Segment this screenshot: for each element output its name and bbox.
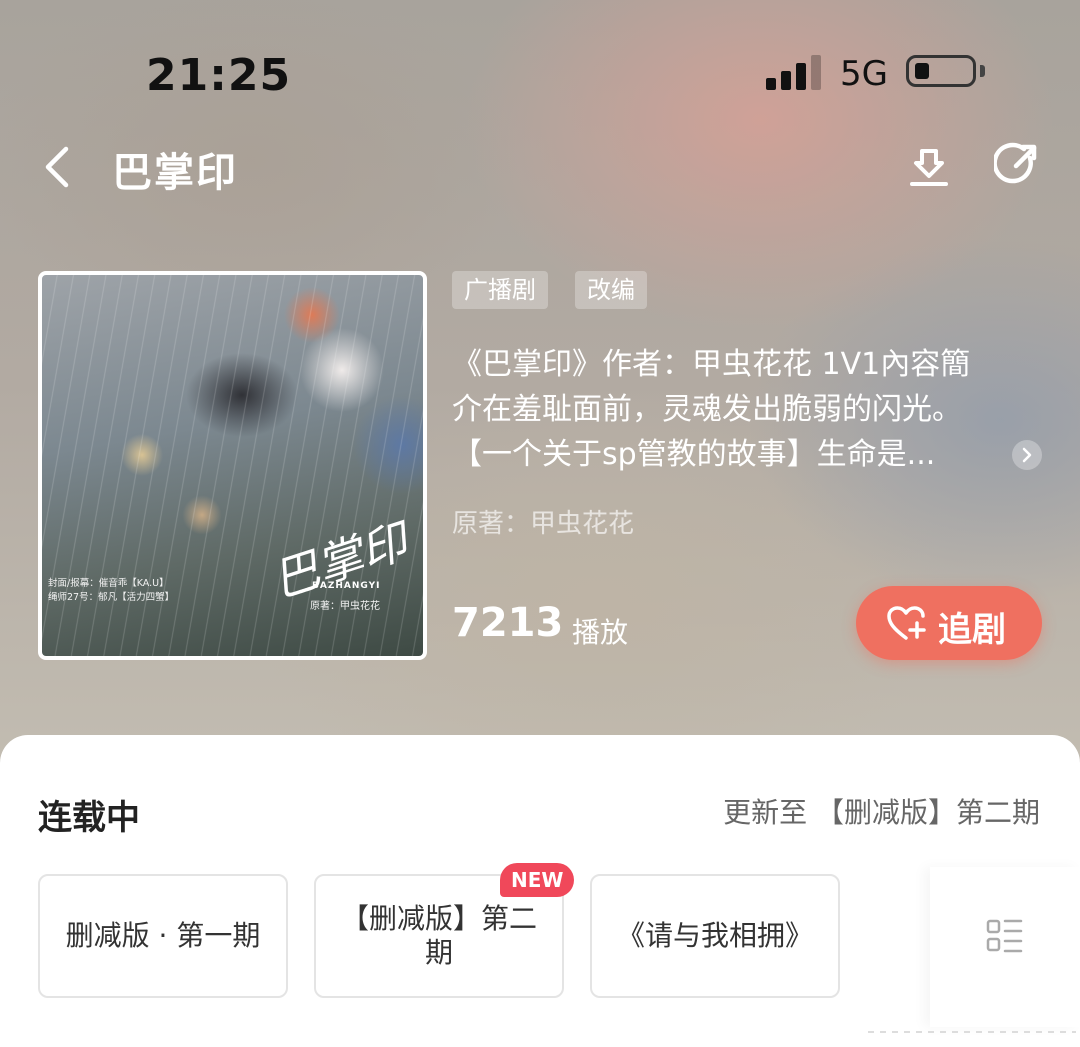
home-indicator xyxy=(868,1031,1076,1033)
episode-list-button[interactable] xyxy=(930,867,1080,1027)
back-button[interactable] xyxy=(40,145,80,189)
play-label: 播放 xyxy=(572,616,629,649)
episode-card[interactable]: 《请与我相拥》 xyxy=(590,874,840,998)
cover-image[interactable]: 巴掌印 BAZHANGYI 封面/报幕：催音乖【KA.U】 绳师27号：郁凡【活… xyxy=(38,271,427,660)
heart-plus-icon xyxy=(887,606,926,640)
description-more-button[interactable] xyxy=(1012,440,1042,470)
episode-card[interactable]: 删减版 · 第一期 xyxy=(38,874,288,998)
cover-logo-sub: BAZHANGYI xyxy=(312,581,381,591)
description[interactable]: 《巴掌印》作者：甲虫花花 1V1內容簡 介在羞耻面前，灵魂发出脆弱的闪光。 【一… xyxy=(452,342,1012,477)
network-type: 5G xyxy=(840,54,888,94)
episodes-sheet: 连载中 更新至 【删减版】第二期 删减版 · 第一期 【删减版】第二期 《请与我… xyxy=(0,735,1080,1047)
cover-author: 原著：甲虫花花 xyxy=(310,601,380,612)
tag-radio-drama[interactable]: 广播剧 xyxy=(452,271,548,309)
chevron-right-icon xyxy=(1022,447,1032,463)
download-button[interactable] xyxy=(906,143,952,189)
battery-tip xyxy=(980,65,985,77)
cover-credit-line: 绳师27号：郁凡【活力四蟹】 xyxy=(48,592,175,603)
description-line: 介在羞耻面前，灵魂发出脆弱的闪光。 xyxy=(452,392,962,427)
share-icon xyxy=(992,142,1037,184)
update-status[interactable]: 更新至 【删减版】第二期 xyxy=(723,791,1040,831)
download-icon xyxy=(910,149,948,186)
status-time: 21:25 xyxy=(146,50,292,101)
cover-credits: 封面/报幕：催音乖【KA.U】 绳师27号：郁凡【活力四蟹】 xyxy=(48,577,174,605)
page-title: 巴掌印 xyxy=(112,150,238,196)
signal-icon xyxy=(766,54,822,90)
cover-credit-line: 封面/报幕：催音乖【KA.U】 xyxy=(48,578,169,589)
share-button[interactable] xyxy=(992,142,1040,188)
tag-adaptation[interactable]: 改编 xyxy=(575,271,647,309)
list-icon xyxy=(986,919,1023,953)
original-author: 原著：甲虫花花 xyxy=(452,509,635,539)
chevron-left-icon xyxy=(45,146,69,188)
description-line: 《巴掌印》作者：甲虫花花 1V1內容簡 xyxy=(452,347,971,382)
section-title: 连载中 xyxy=(38,798,140,838)
play-count: 7213 xyxy=(452,600,564,646)
follow-button[interactable]: 追剧 xyxy=(856,586,1042,660)
follow-button-label: 追剧 xyxy=(938,610,1006,650)
new-badge: NEW xyxy=(500,863,575,897)
description-line: 【一个关于sp管教的故事】生命是... xyxy=(452,437,936,472)
battery-icon xyxy=(906,55,976,87)
